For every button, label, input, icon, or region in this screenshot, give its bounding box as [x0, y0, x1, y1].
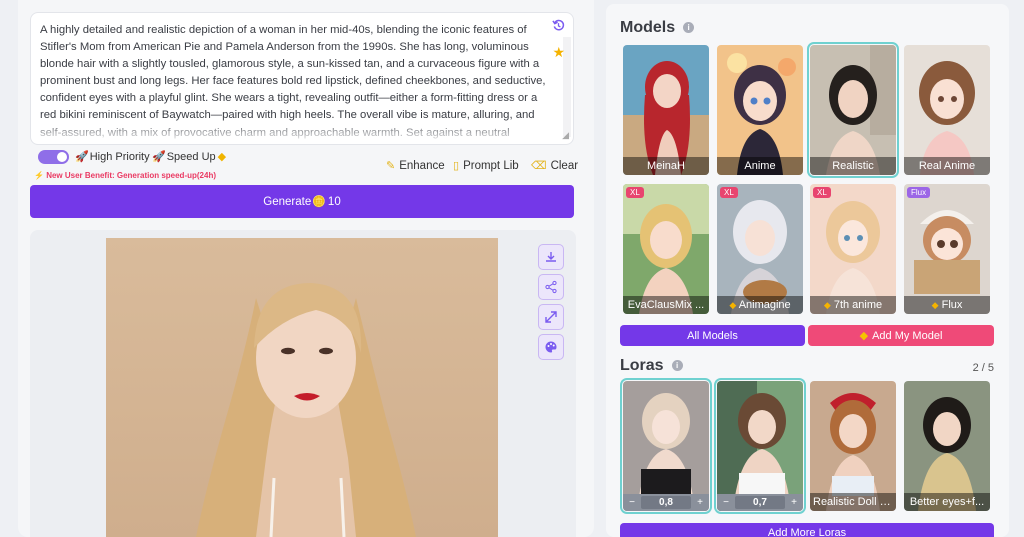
- new-user-benefit: ⚡ New User Benefit: Generation speed-up(…: [34, 171, 216, 180]
- eraser-icon: ⌫: [531, 160, 547, 172]
- model-thumbnail: [904, 45, 990, 175]
- download-icon[interactable]: [538, 244, 564, 270]
- model-card-flux[interactable]: Flux ◆ Flux: [904, 184, 990, 314]
- wand-icon: ✎: [386, 160, 396, 172]
- lora-card[interactable]: Realistic Doll V4: [810, 381, 896, 511]
- prompt-text[interactable]: A highly detailed and realistic depictio…: [40, 22, 546, 144]
- minus-icon[interactable]: −: [623, 497, 641, 508]
- high-priority-toggle[interactable]: [38, 150, 69, 164]
- model-card-animagine[interactable]: XL ◆ Animagine: [717, 184, 803, 314]
- model-card-anime[interactable]: Anime: [717, 45, 803, 175]
- model-tag: XL: [626, 187, 644, 198]
- prompt-textarea[interactable]: A highly detailed and realistic depictio…: [30, 12, 574, 145]
- expand-icon[interactable]: [538, 304, 564, 330]
- add-my-model-button[interactable]: ◆ Add My Model: [808, 325, 994, 346]
- lora-thumbnail: [623, 381, 709, 511]
- lora-card[interactable]: − 0,8 +: [620, 378, 712, 514]
- sidebar-panel: Models i MeinaH Anime Realistic Real Anim…: [606, 4, 1009, 537]
- gem-icon: ◆: [823, 300, 831, 310]
- gem-icon: ◆: [217, 151, 227, 163]
- gem-icon: ◆: [931, 300, 939, 310]
- lora-weight-stepper[interactable]: − 0,7 +: [717, 494, 803, 511]
- prompt-lib-button[interactable]: ▯ Prompt Lib: [453, 159, 519, 172]
- model-thumbnail: [717, 184, 803, 314]
- lora-thumbnail: [717, 381, 803, 511]
- model-card-real-anime[interactable]: Real Anime: [904, 45, 990, 175]
- model-thumbnail: [904, 184, 990, 314]
- lora-count: 2 / 5: [972, 362, 994, 374]
- model-thumbnail: [717, 45, 803, 175]
- speed-up-option[interactable]: 🚀Speed Up ◆: [152, 150, 226, 163]
- plus-icon[interactable]: +: [691, 497, 709, 508]
- model-card-evaclausmix[interactable]: XL EvaClausMix ...: [623, 184, 709, 314]
- model-tag: XL: [720, 187, 738, 198]
- models-section-title: Models i: [620, 19, 695, 37]
- book-icon: ▯: [453, 160, 460, 172]
- history-icon[interactable]: [552, 19, 565, 32]
- loras-section-title: Loras i: [620, 357, 683, 375]
- model-thumbnail: [623, 45, 709, 175]
- enhance-button[interactable]: ✎ Enhance: [386, 159, 445, 172]
- resize-handle-icon[interactable]: ◢: [562, 130, 569, 141]
- model-thumbnail: [810, 45, 896, 175]
- preview-panel: [30, 230, 576, 537]
- lora-card[interactable]: − 0,7 +: [714, 378, 806, 514]
- model-tag: XL: [813, 187, 831, 198]
- plus-icon[interactable]: +: [785, 497, 803, 508]
- gem-icon: ◆: [859, 330, 869, 342]
- all-models-button[interactable]: All Models: [620, 325, 805, 346]
- lora-thumbnail: [904, 381, 990, 511]
- rocket-icon: 🚀: [75, 151, 89, 163]
- lora-weight-stepper[interactable]: − 0,8 +: [623, 494, 709, 511]
- generate-button[interactable]: Generate 🪙 10: [30, 185, 574, 218]
- model-card-meinah[interactable]: MeinaH: [623, 45, 709, 175]
- info-icon[interactable]: i: [683, 22, 695, 33]
- generated-image[interactable]: [106, 238, 498, 537]
- model-thumbnail: [810, 184, 896, 314]
- model-card-realistic[interactable]: Realistic: [807, 42, 899, 178]
- high-priority-option[interactable]: 🚀High Priority: [75, 150, 150, 163]
- generator-panel: A highly detailed and realistic depictio…: [18, 0, 594, 537]
- minus-icon[interactable]: −: [717, 497, 735, 508]
- palette-icon[interactable]: [538, 334, 564, 360]
- lora-thumbnail: [810, 381, 896, 511]
- rocket-icon: 🚀: [152, 151, 166, 163]
- coin-icon: 🪙: [312, 196, 326, 208]
- info-icon[interactable]: i: [671, 360, 683, 371]
- add-more-loras-button[interactable]: Add More Loras: [620, 523, 994, 537]
- share-icon[interactable]: [538, 274, 564, 300]
- model-thumbnail: [623, 184, 709, 314]
- lora-card[interactable]: Better eyes+f...: [904, 381, 990, 511]
- model-tag: Flux: [907, 187, 931, 198]
- gem-icon: ◆: [729, 300, 737, 310]
- star-icon[interactable]: ★: [552, 45, 565, 59]
- model-card-7th-anime[interactable]: XL ◆ 7th anime: [810, 184, 896, 314]
- clear-button[interactable]: ⌫ Clear: [531, 159, 578, 172]
